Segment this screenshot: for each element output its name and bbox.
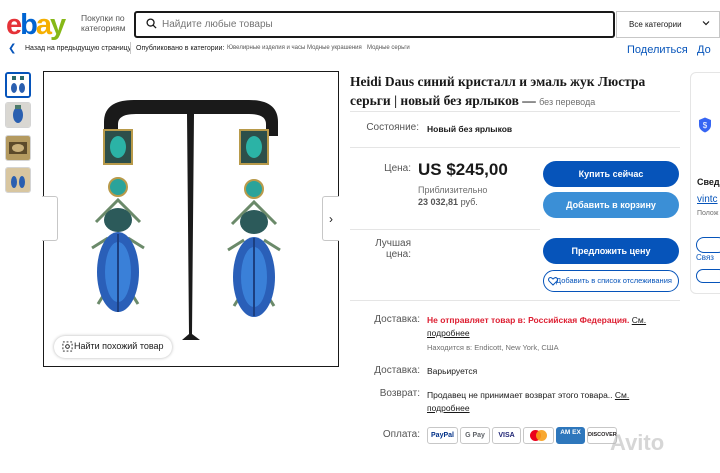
- returns-details-link[interactable]: подробнее: [427, 403, 470, 413]
- thumbnail[interactable]: [5, 72, 31, 98]
- price-label: Цена:: [384, 163, 411, 174]
- logo-letter-y: y: [50, 9, 66, 41]
- returns-value: Продавец не принимает возврат этого това…: [427, 389, 677, 415]
- add-to-list-link[interactable]: До: [697, 44, 711, 56]
- previous-image-button[interactable]: [42, 196, 58, 241]
- back-link[interactable]: Назад на предыдущую страницу: [25, 45, 131, 52]
- divider: [350, 229, 540, 230]
- approx-currency: руб.: [460, 197, 478, 207]
- earrings-photo: [44, 72, 338, 366]
- contact-seller-link[interactable]: Связ: [696, 253, 714, 262]
- next-image-button[interactable]: ›: [322, 196, 339, 241]
- camera-search-icon: [62, 341, 73, 352]
- item-title: Heidi Daus синий кристалл и эмаль жук Лю…: [350, 72, 680, 110]
- seller-feedback: Полож: [697, 210, 719, 217]
- shield-icon: $: [699, 117, 711, 133]
- seller-name-link[interactable]: vintc: [697, 194, 718, 205]
- amex-icon: AM EX: [556, 427, 585, 444]
- shipping-value: Не отправляет товар в: Российская Федера…: [427, 314, 677, 340]
- divider: [350, 111, 680, 112]
- thumbnail[interactable]: [5, 135, 31, 161]
- divider: [350, 300, 680, 301]
- shipping-details-link[interactable]: См.: [632, 315, 646, 325]
- returns-label: Возврат:: [379, 388, 420, 399]
- divider: [350, 147, 680, 148]
- payment-label: Оплата:: [382, 429, 420, 440]
- ebay-logo[interactable]: ebay: [6, 9, 66, 41]
- breadcrumb-divider: [130, 42, 131, 54]
- mastercard-icon: [523, 427, 554, 444]
- heart-icon: [548, 277, 558, 286]
- delivery-value: Варьируется: [427, 366, 478, 376]
- add-to-watchlist-button[interactable]: Добавить в список отслеживания: [543, 270, 679, 292]
- logo-letter-a: a: [35, 9, 52, 41]
- share-link[interactable]: Поделиться: [627, 44, 688, 56]
- back-arrow-icon[interactable]: ❮: [8, 43, 16, 54]
- paypal-icon: PayPal: [427, 427, 458, 444]
- shipping-details-link[interactable]: подробнее: [427, 328, 470, 338]
- google-pay-icon: G Pay: [460, 427, 490, 444]
- add-to-cart-button[interactable]: Добавить в корзину: [543, 192, 679, 218]
- returns-details-link[interactable]: См.: [615, 390, 629, 400]
- title-translation-note: без перевода: [539, 97, 596, 107]
- visa-icon: VISA: [492, 427, 521, 444]
- make-offer-button[interactable]: Предложить цену: [543, 238, 679, 264]
- seller-info-heading: Свед: [697, 177, 720, 187]
- search-input[interactable]: [162, 17, 462, 32]
- svg-text:$: $: [703, 121, 708, 130]
- approx-amount: 23 032,81: [418, 197, 459, 207]
- avito-watermark: Avito: [610, 430, 665, 455]
- breadcrumb-prefix: Опубликовано в категории:: [136, 45, 225, 52]
- main-product-image[interactable]: [43, 71, 339, 367]
- save-seller-button[interactable]: [696, 237, 720, 253]
- chevron-right-icon: ›: [329, 212, 333, 226]
- shipping-label: Доставка:: [374, 314, 420, 325]
- seller-other-items-button[interactable]: [696, 269, 720, 283]
- approx-value: 23 032,81 руб.: [418, 197, 478, 207]
- shop-by-category-menu[interactable]: Покупки по категориям: [81, 13, 131, 33]
- breadcrumb-item[interactable]: Ювелирные изделия и часы: [227, 45, 305, 51]
- logo-letter-b: b: [20, 9, 38, 41]
- returns-policy: Продавец не принимает возврат этого това…: [427, 390, 613, 400]
- delivery-label: Доставка:: [374, 365, 420, 376]
- buy-now-button[interactable]: Купить сейчас: [543, 161, 679, 187]
- shipping-restriction: Не отправляет товар в: Российская Федера…: [427, 315, 630, 325]
- breadcrumb-item[interactable]: Модные украшения: [307, 45, 362, 51]
- condition-label: Состояние:: [366, 122, 419, 133]
- chevron-down-icon: [702, 21, 710, 26]
- search-icon: [146, 18, 157, 29]
- condition-value: Новый без ярлыков: [427, 124, 513, 134]
- logo-letter-e: e: [6, 9, 22, 41]
- price-value: US $245,00: [418, 160, 508, 179]
- approx-label: Приблизительно: [418, 185, 488, 195]
- item-title-text: Heidi Daus синий кристалл и эмаль жук Лю…: [350, 74, 646, 108]
- thumbnail[interactable]: [5, 167, 31, 193]
- item-location: Находится в: Endicott, New York, США: [427, 343, 559, 352]
- breadcrumb-item[interactable]: Модные серьги: [367, 45, 410, 51]
- best-offer-label: Лучшая цена:: [375, 238, 411, 260]
- thumbnail[interactable]: [5, 102, 31, 128]
